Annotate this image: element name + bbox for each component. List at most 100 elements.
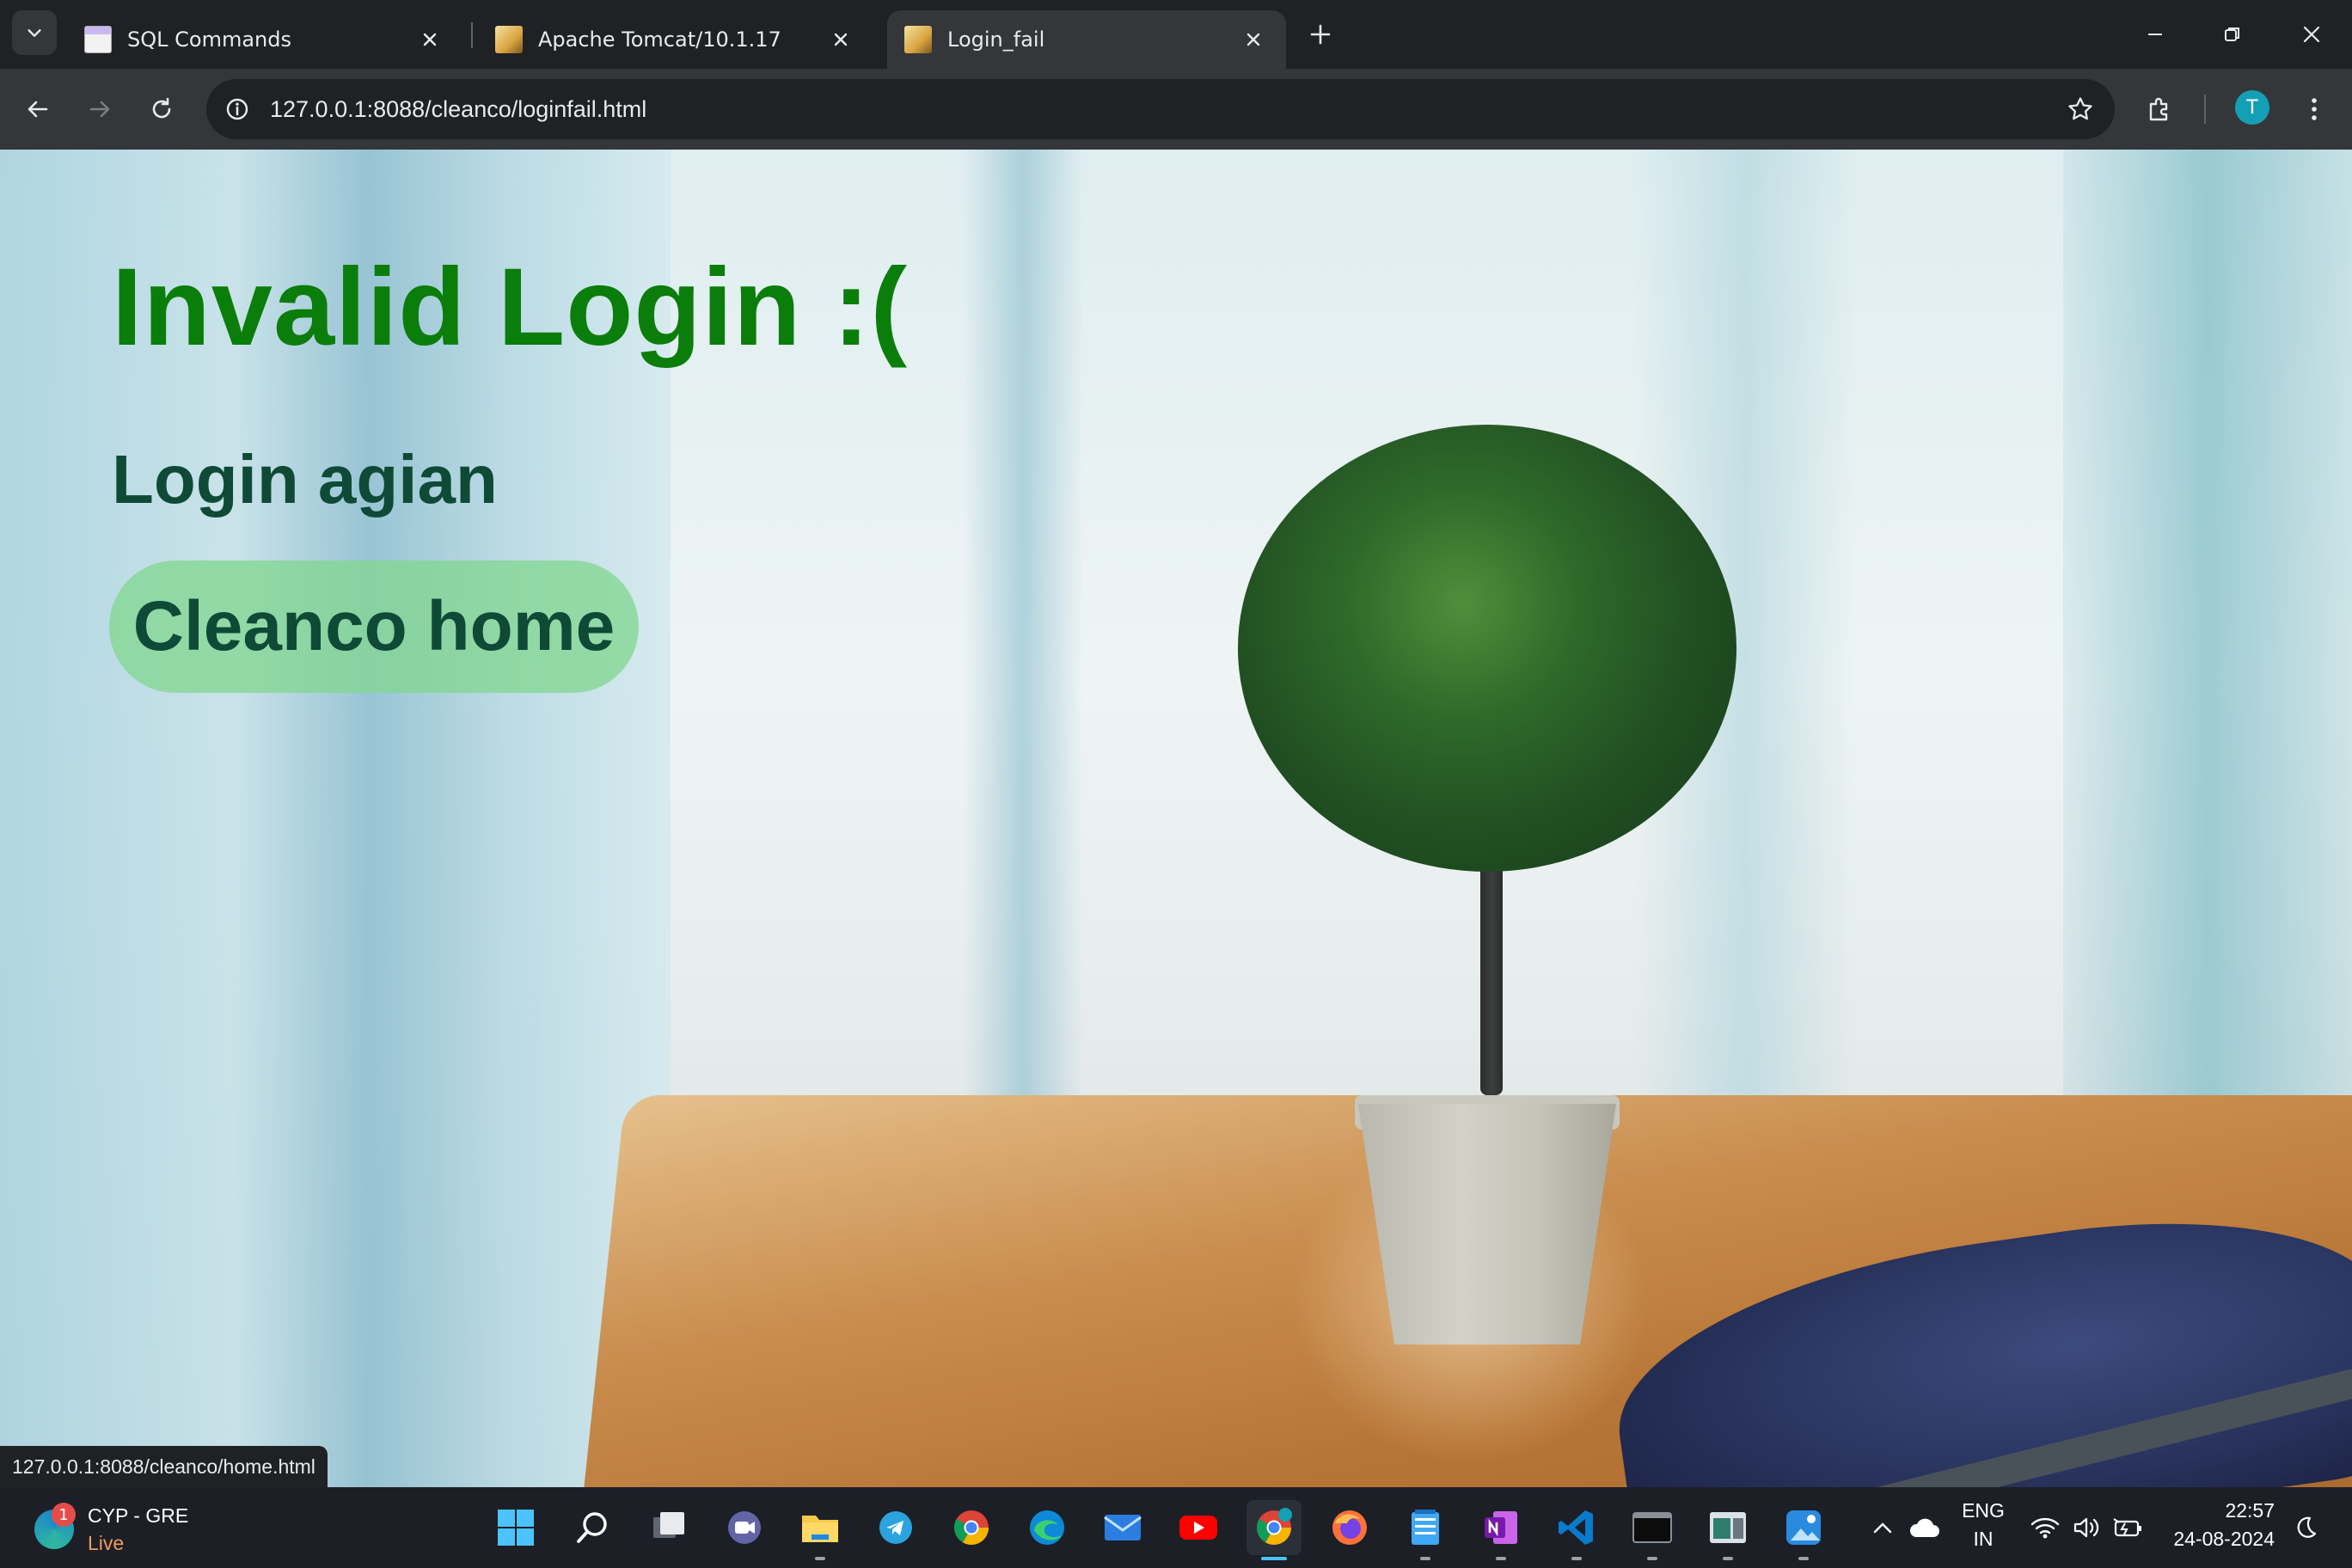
weather-status: Live xyxy=(88,1532,125,1554)
close-icon[interactable] xyxy=(1238,24,1269,55)
tab-search-button[interactable] xyxy=(12,10,57,55)
onenote-icon xyxy=(1485,1511,1517,1544)
volume-button[interactable] xyxy=(2063,1500,2110,1555)
clock-time: 22:57 xyxy=(2225,1499,2275,1522)
teams-icon xyxy=(728,1511,761,1544)
restore-icon xyxy=(2225,28,2239,41)
firefox-icon xyxy=(1332,1510,1367,1545)
task-view-icon xyxy=(653,1512,684,1538)
flower-pot xyxy=(1358,1104,1616,1344)
toolbar-separator xyxy=(2204,95,2206,124)
minimize-button[interactable] xyxy=(2116,0,2194,69)
site-info-icon[interactable] xyxy=(218,90,256,128)
notepad-button[interactable] xyxy=(1398,1500,1453,1560)
mail-icon xyxy=(1104,1515,1142,1540)
start-icon xyxy=(498,1510,534,1546)
onenote-button[interactable] xyxy=(1473,1500,1528,1560)
running-indicator xyxy=(1571,1557,1582,1560)
battery-button[interactable] xyxy=(2104,1500,2151,1555)
onedrive-button[interactable] xyxy=(1896,1500,1951,1555)
chrome-profile-button[interactable] xyxy=(944,1500,999,1555)
puzzle-icon xyxy=(2149,97,2168,121)
link-status-bubble: 127.0.0.1:8088/cleanco/home.html xyxy=(0,1446,328,1487)
back-button[interactable] xyxy=(15,87,60,132)
plant-foliage xyxy=(1238,425,1736,872)
tab-sql-commands[interactable]: SQL Commands xyxy=(67,10,462,69)
restore-button[interactable] xyxy=(2194,0,2271,69)
firefox-button[interactable] xyxy=(1322,1500,1377,1555)
file-explorer-icon xyxy=(802,1516,838,1542)
search-icon xyxy=(577,1512,607,1543)
window-favicon-icon xyxy=(84,26,112,53)
reload-button[interactable] xyxy=(139,87,184,132)
new-tab-button[interactable] xyxy=(1303,17,1338,52)
running-indicator xyxy=(1496,1557,1506,1560)
clock-date: 24-08-2024 xyxy=(2173,1528,2275,1550)
chrome-active-button[interactable] xyxy=(1246,1500,1302,1560)
close-icon[interactable] xyxy=(825,24,856,55)
teams-button[interactable] xyxy=(717,1500,772,1555)
menu-button[interactable] xyxy=(2292,87,2337,132)
minimize-icon xyxy=(2148,34,2162,35)
mail-button[interactable] xyxy=(1095,1500,1150,1555)
vscode-button[interactable] xyxy=(1549,1500,1604,1560)
tab-login-fail[interactable]: Login_fail xyxy=(887,10,1286,69)
youtube-icon xyxy=(1179,1516,1217,1540)
profile-avatar[interactable]: T xyxy=(2235,90,2269,125)
close-window-button[interactable] xyxy=(2273,0,2350,69)
running-indicator xyxy=(815,1557,825,1560)
tab-title: Login_fail xyxy=(947,28,1045,52)
tab-separator xyxy=(471,22,473,48)
cleanco-home-link[interactable]: Cleanco home xyxy=(109,560,639,693)
start-button[interactable] xyxy=(488,1500,543,1555)
terminal-icon xyxy=(1632,1512,1672,1543)
tab-apache-tomcat[interactable]: Apache Tomcat/10.1.17 xyxy=(478,10,873,69)
forward-button[interactable] xyxy=(77,87,122,132)
arrow-right-icon xyxy=(89,101,110,118)
tomcat-favicon-icon xyxy=(495,26,523,53)
app-button[interactable] xyxy=(1700,1500,1755,1560)
do-not-disturb-button[interactable] xyxy=(2280,1500,2331,1555)
task-view-button[interactable] xyxy=(641,1500,696,1555)
vscode-icon xyxy=(1559,1510,1593,1545)
notification-badge: 1 xyxy=(52,1503,76,1527)
browser-toolbar: 127.0.0.1:8088/cleanco/loginfail.html xyxy=(0,69,2352,150)
tomcat-favicon-icon xyxy=(904,26,932,53)
running-indicator xyxy=(1420,1557,1430,1560)
close-icon xyxy=(2303,26,2320,43)
extensions-button[interactable] xyxy=(2137,87,2182,132)
page-viewport: Invalid Login :( Login agian Cleanco hom… xyxy=(0,150,2352,1487)
photos-button[interactable] xyxy=(1776,1500,1831,1560)
bookmark-star-icon[interactable] xyxy=(2063,92,2098,126)
language-line1: ENG xyxy=(1962,1499,2005,1522)
page-title: Invalid Login :( xyxy=(112,246,909,369)
wifi-button[interactable] xyxy=(2022,1500,2068,1555)
terminal-button[interactable] xyxy=(1625,1500,1680,1560)
edge-button[interactable] xyxy=(1020,1500,1075,1555)
arrow-left-icon xyxy=(28,101,48,118)
address-bar[interactable]: 127.0.0.1:8088/cleanco/loginfail.html xyxy=(206,79,2115,139)
language-line2: IN xyxy=(1973,1528,1994,1550)
url-text[interactable]: 127.0.0.1:8088/cleanco/loginfail.html xyxy=(270,79,646,139)
more-vert-icon xyxy=(2312,98,2317,120)
running-indicator xyxy=(1723,1557,1733,1560)
chrome-icon xyxy=(954,1510,989,1545)
wifi-icon xyxy=(2030,1517,2060,1539)
app-icon xyxy=(1710,1512,1746,1543)
telegram-icon xyxy=(879,1511,912,1544)
chevron-down-icon xyxy=(28,29,41,37)
plus-icon xyxy=(1310,24,1331,45)
battery-icon xyxy=(2113,1518,2141,1537)
youtube-button[interactable] xyxy=(1171,1500,1226,1555)
weather-widget[interactable]: 1 CYP - GRE Live xyxy=(34,1503,241,1554)
search-button[interactable] xyxy=(566,1500,621,1555)
windows-taskbar: 1 CYP - GRE Live ENG IN 22:57 24-08-2024 xyxy=(0,1487,2352,1568)
active-indicator xyxy=(1261,1557,1287,1560)
close-icon[interactable] xyxy=(414,24,445,55)
file-explorer-button[interactable] xyxy=(793,1500,848,1560)
chrome-active-icon xyxy=(1257,1508,1292,1545)
cloud-icon xyxy=(1909,1518,1939,1537)
telegram-button[interactable] xyxy=(868,1500,923,1555)
clock[interactable]: 22:57 24-08-2024 xyxy=(2163,1499,2275,1551)
language-indicator[interactable]: ENG IN xyxy=(1957,1499,2010,1551)
